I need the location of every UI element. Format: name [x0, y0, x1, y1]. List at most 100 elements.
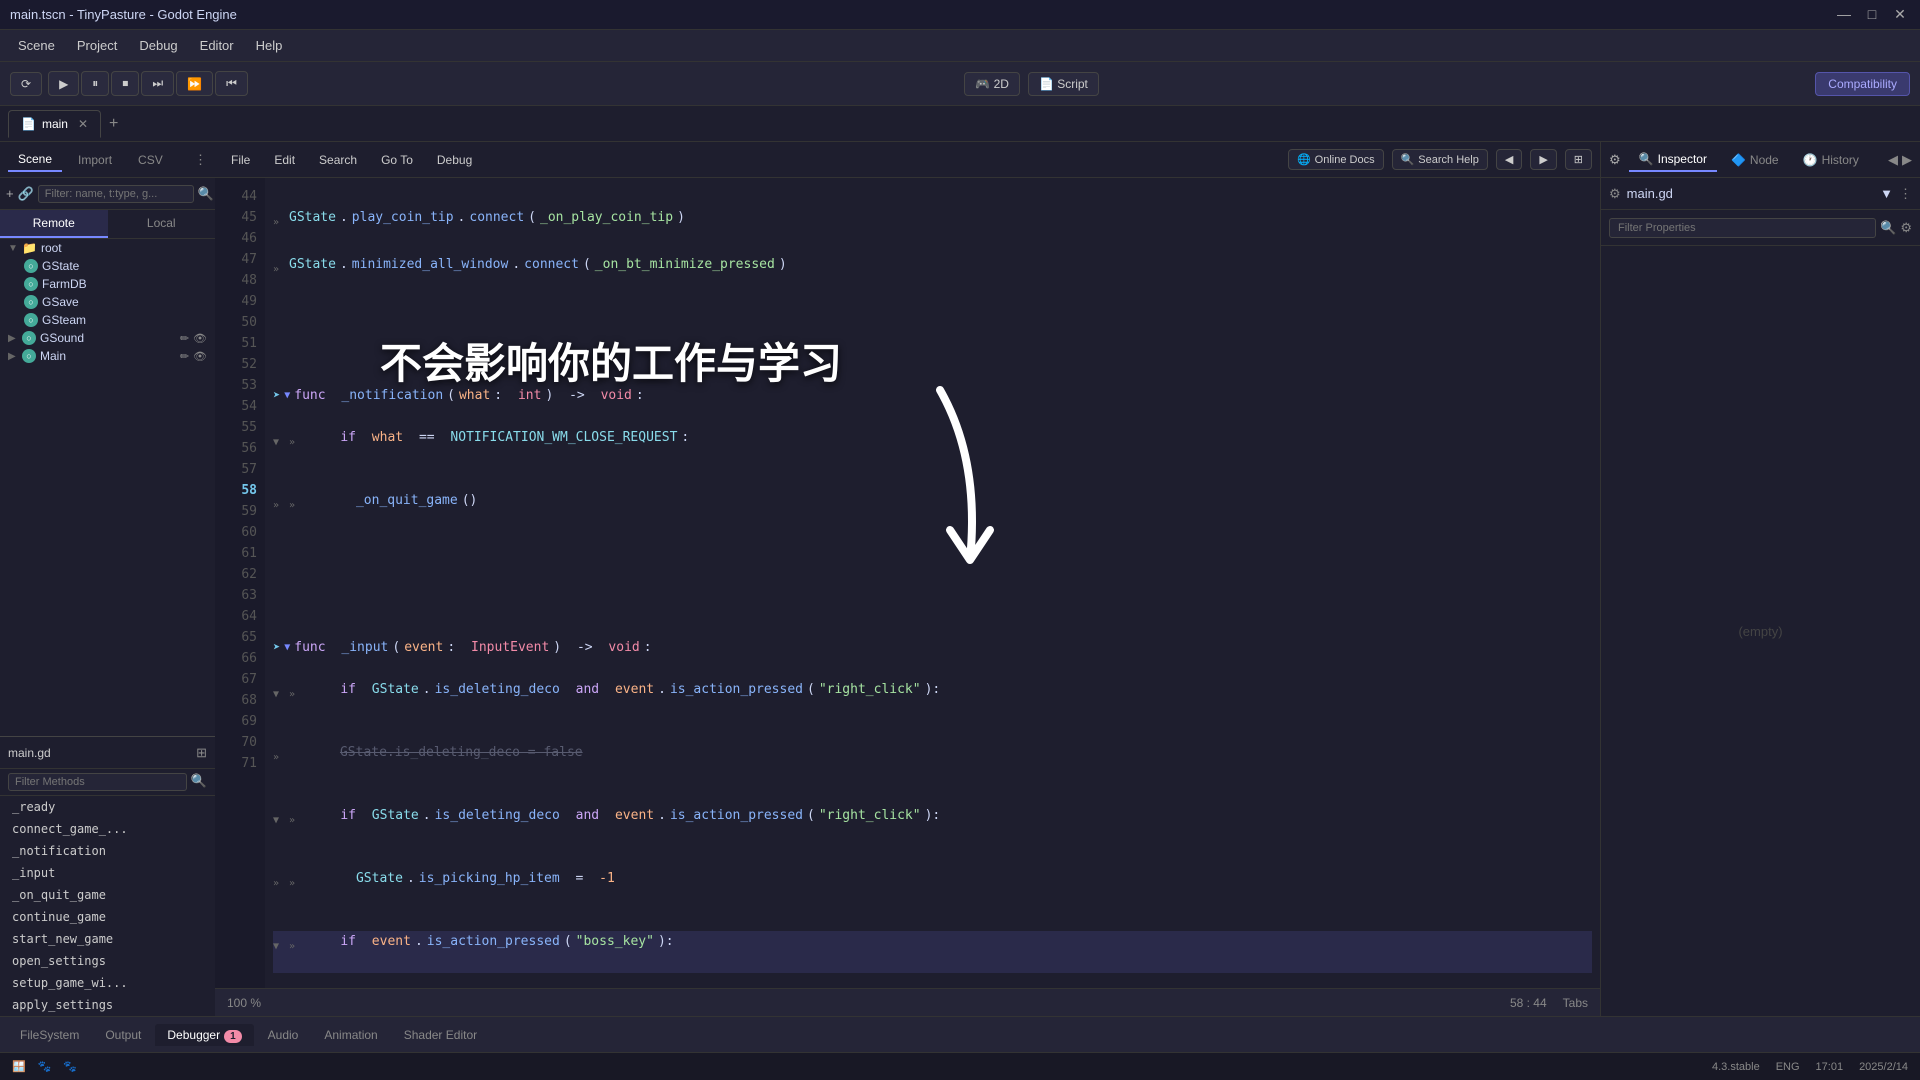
fold-icon[interactable]: » [273, 259, 285, 280]
local-tab[interactable]: Local [108, 210, 216, 238]
methods-layout-icon[interactable]: ⊞ [196, 745, 207, 761]
maximize-button[interactable]: □ [1862, 6, 1882, 23]
nav-forward-icon[interactable]: ▶ [1902, 152, 1912, 168]
compatibility-button[interactable]: Compatibility [1815, 72, 1910, 96]
method-ready[interactable]: _ready [0, 796, 215, 818]
method-continue-game[interactable]: continue_game [0, 906, 215, 928]
edit-icon[interactable]: ✏ [180, 332, 189, 345]
methods-filter-input[interactable] [8, 773, 187, 791]
tree-item-gsound[interactable]: ▶ ○ GSound ✏ 👁 [0, 329, 215, 347]
fold-icon[interactable]: » [273, 747, 285, 768]
menu-debug[interactable]: Debug [129, 34, 187, 57]
tab-debugger[interactable]: Debugger1 [155, 1024, 253, 1046]
toolbar-reload[interactable]: ⟳ [10, 72, 42, 96]
script-tab-close[interactable]: ✕ [78, 117, 88, 131]
fold-icon[interactable]: » [289, 873, 301, 894]
method-start-new-game[interactable]: start_new_game [0, 928, 215, 950]
editor-menu-file[interactable]: File [223, 150, 258, 170]
toolbar-2d[interactable]: 🎮 2D [964, 72, 1020, 96]
fold-icon[interactable]: » [289, 936, 301, 957]
fold-icon[interactable]: » [273, 873, 285, 894]
inspector-filter-input[interactable] [1609, 218, 1876, 238]
script-tab-main[interactable]: 📄 main ✕ [8, 110, 101, 138]
gear-icon[interactable]: ⚙ [1609, 152, 1621, 168]
menu-scene[interactable]: Scene [8, 34, 65, 57]
method-notification[interactable]: _notification [0, 840, 215, 862]
search-help-button[interactable]: 🔍 Search Help [1392, 149, 1488, 170]
settings-icon[interactable]: ⚙ [1900, 220, 1912, 236]
fold-icon[interactable]: ▼ [273, 684, 285, 705]
tab-shader-editor[interactable]: Shader Editor [392, 1024, 489, 1046]
fold-icon[interactable]: ▼ [273, 810, 285, 831]
close-button[interactable]: ✕ [1890, 6, 1910, 23]
fold-icon[interactable]: ▼ [284, 637, 290, 658]
toolbar-forward[interactable]: ⏩ [176, 71, 213, 96]
nav-prev-button[interactable]: ◀ [1496, 149, 1522, 170]
editor-menu-search[interactable]: Search [311, 150, 365, 170]
toolbar-back[interactable]: ⏮ [215, 71, 248, 96]
method-quit-game[interactable]: _on_quit_game [0, 884, 215, 906]
layout-toggle-button[interactable]: ⊞ [1565, 149, 1592, 170]
tree-item-gsave[interactable]: ○ GSave [0, 293, 215, 311]
method-apply-settings[interactable]: apply_settings [0, 994, 215, 1016]
fold-icon[interactable]: » [273, 495, 285, 516]
menu-project[interactable]: Project [67, 34, 127, 57]
toolbar-step[interactable]: ⏭ [141, 71, 174, 96]
scene-search-icon[interactable]: 🔍 [198, 186, 214, 202]
fold-icon[interactable]: ▼ [284, 385, 290, 406]
tree-item-gstate[interactable]: ○ GState [0, 257, 215, 275]
method-connect-game[interactable]: connect_game_... [0, 818, 215, 840]
remote-tab[interactable]: Remote [0, 210, 108, 238]
fold-icon[interactable]: » [289, 432, 301, 453]
method-input[interactable]: _input [0, 862, 215, 884]
menu-dots-icon[interactable]: ⋮ [1899, 186, 1912, 202]
menu-editor[interactable]: Editor [190, 34, 244, 57]
eye-icon[interactable]: 👁 [193, 350, 207, 363]
panel-tab-scene[interactable]: Scene [8, 148, 62, 172]
editor-menu-goto[interactable]: Go To [373, 150, 421, 170]
edit-icon[interactable]: ✏ [180, 350, 189, 363]
eye-icon[interactable]: 👁 [193, 332, 207, 345]
search-icon[interactable]: 🔍 [1880, 220, 1896, 236]
code-content[interactable]: »GState.play_coin_tip.connect(_on_play_c… [265, 178, 1600, 988]
fold-icon[interactable]: » [289, 684, 301, 705]
fold-icon[interactable]: » [289, 810, 301, 831]
methods-search-icon[interactable]: 🔍 [191, 773, 207, 791]
add-node-icon[interactable]: + [6, 186, 14, 201]
method-open-settings[interactable]: open_settings [0, 950, 215, 972]
tree-item-farmdb[interactable]: ○ FarmDB [0, 275, 215, 293]
link-icon[interactable]: 🔗 [18, 186, 34, 202]
tab-audio[interactable]: Audio [256, 1024, 311, 1046]
tab-filesystem[interactable]: FileSystem [8, 1024, 91, 1046]
toolbar-stop[interactable]: ⏹ [111, 71, 139, 96]
tab-node[interactable]: 🔷 Node [1721, 149, 1789, 171]
tree-item-root[interactable]: ▼ 📁 root [0, 239, 215, 257]
toolbar-script[interactable]: 📄 Script [1028, 72, 1099, 96]
script-tab-add[interactable]: + [101, 111, 126, 137]
editor-menu-debug[interactable]: Debug [429, 150, 480, 170]
scene-filter-input[interactable] [38, 185, 194, 203]
panel-tab-import[interactable]: Import [68, 149, 122, 171]
fold-icon[interactable]: » [273, 212, 285, 233]
menu-help[interactable]: Help [246, 34, 293, 57]
editor-menu-edit[interactable]: Edit [266, 150, 303, 170]
nav-back-icon[interactable]: ◀ [1888, 152, 1898, 168]
method-setup-game[interactable]: setup_game_wi... [0, 972, 215, 994]
online-docs-button[interactable]: 🌐 Online Docs [1288, 149, 1384, 170]
toolbar-play[interactable]: ▶ [48, 71, 79, 96]
minimize-button[interactable]: — [1834, 6, 1854, 23]
fold-icon[interactable]: » [289, 495, 301, 516]
tab-history[interactable]: 🕐 History [1793, 149, 1869, 171]
nav-next-button[interactable]: ▶ [1530, 149, 1556, 170]
fold-icon[interactable]: ▼ [273, 432, 285, 453]
tab-inspector[interactable]: 🔍 Inspector [1629, 148, 1717, 172]
toolbar-pause[interactable]: ⏸ [81, 71, 109, 96]
script-tabbar: 📄 main ✕ + [0, 106, 1920, 142]
panel-tab-csv[interactable]: CSV [128, 149, 173, 171]
tab-output[interactable]: Output [93, 1024, 153, 1046]
tree-item-gsteam[interactable]: ○ GSteam [0, 311, 215, 329]
tree-item-main[interactable]: ▶ ○ Main ✏ 👁 [0, 347, 215, 365]
tab-animation[interactable]: Animation [312, 1024, 389, 1046]
scene-menu-icon[interactable]: ⋮ [194, 152, 207, 168]
fold-icon[interactable]: ▼ [273, 936, 285, 957]
